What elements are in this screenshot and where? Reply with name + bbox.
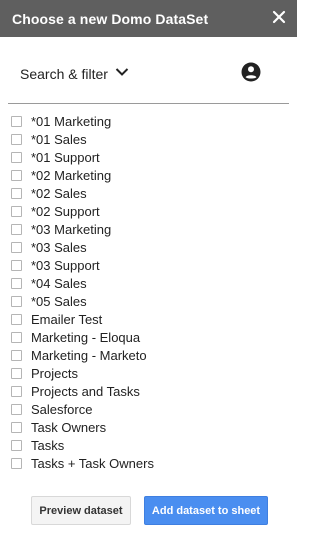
search-filter-label: Search & filter [20, 66, 108, 82]
list-item[interactable]: Tasks [11, 436, 281, 454]
toolbar: Search & filter [20, 58, 277, 94]
dataset-label: Salesforce [31, 401, 93, 417]
checkbox[interactable] [11, 223, 22, 235]
list-item[interactable]: Tasks + Task Owners [11, 454, 281, 472]
chevron-down-icon [115, 64, 129, 76]
list-item[interactable]: Marketing - Eloqua [11, 328, 281, 346]
list-item[interactable]: *03 Sales [11, 238, 281, 256]
checkbox[interactable] [11, 277, 22, 289]
dataset-label: Tasks + Task Owners [31, 455, 154, 471]
dataset-label: *02 Sales [31, 185, 87, 201]
checkbox[interactable] [11, 259, 22, 271]
list-item[interactable]: Task Owners [11, 418, 281, 436]
close-icon[interactable] [271, 9, 287, 25]
list-item[interactable]: *01 Marketing [11, 112, 281, 130]
list-item[interactable]: *02 Marketing [11, 166, 281, 184]
panel-header: Choose a new Domo DataSet [0, 0, 297, 37]
dataset-label: Emailer Test [31, 311, 103, 327]
dataset-label: Task Owners [31, 419, 107, 435]
list-item[interactable]: *02 Support [11, 202, 281, 220]
panel-title: Choose a new Domo DataSet [12, 10, 209, 27]
preview-dataset-button[interactable]: Preview dataset [31, 496, 131, 525]
list-item[interactable]: *05 Sales [11, 292, 281, 310]
list-item[interactable]: Marketing - Marketo [11, 346, 281, 364]
checkbox[interactable] [11, 169, 22, 181]
checkbox[interactable] [11, 187, 22, 199]
checkbox[interactable] [11, 205, 22, 217]
list-item[interactable]: *04 Sales [11, 274, 281, 292]
checkbox[interactable] [11, 457, 22, 469]
divider [8, 103, 289, 104]
checkbox[interactable] [11, 367, 22, 379]
dataset-label: *05 Sales [31, 293, 87, 309]
dataset-label: *03 Sales [31, 239, 87, 255]
dataset-label: Marketing - Eloqua [31, 329, 141, 345]
list-item[interactable]: *03 Support [11, 256, 281, 274]
dataset-list: *01 Marketing *01 Sales *01 Support *02 Mar… [11, 112, 281, 472]
dataset-label: Marketing - Marketo [31, 347, 147, 363]
checkbox[interactable] [11, 241, 22, 253]
dataset-label: *01 Support [31, 149, 100, 165]
list-item[interactable]: Emailer Test [11, 310, 281, 328]
checkbox[interactable] [11, 115, 22, 127]
checkbox[interactable] [11, 421, 22, 433]
list-item[interactable]: *01 Support [11, 148, 281, 166]
checkbox[interactable] [11, 133, 22, 145]
dataset-label: Projects [31, 365, 78, 381]
list-item[interactable]: Salesforce [11, 400, 281, 418]
dataset-label: Projects and Tasks [31, 383, 140, 399]
checkbox[interactable] [11, 349, 22, 361]
dataset-label: *02 Support [31, 203, 100, 219]
dataset-label: *02 Marketing [31, 167, 112, 183]
dataset-label: *01 Sales [31, 131, 87, 147]
checkbox[interactable] [11, 403, 22, 415]
add-dataset-to-sheet-button[interactable]: Add dataset to sheet [144, 496, 268, 525]
dataset-label: *01 Marketing [31, 113, 112, 129]
list-item[interactable]: *02 Sales [11, 184, 281, 202]
dataset-label: *03 Support [31, 257, 100, 273]
footer-actions: Preview dataset Add dataset to sheet [0, 496, 297, 526]
checkbox[interactable] [11, 439, 22, 451]
list-item[interactable]: *03 Marketing [11, 220, 281, 238]
checkbox[interactable] [11, 313, 22, 325]
dataset-label: *04 Sales [31, 275, 87, 291]
list-item[interactable]: Projects [11, 364, 281, 382]
checkbox[interactable] [11, 151, 22, 163]
checkbox[interactable] [11, 331, 22, 343]
account-circle-icon[interactable] [241, 62, 261, 82]
list-item[interactable]: *01 Sales [11, 130, 281, 148]
dataset-picker-panel: Choose a new Domo DataSet Search & filte… [0, 0, 297, 542]
search-filter-toggle[interactable]: Search & filter [20, 66, 129, 82]
list-item[interactable]: Projects and Tasks [11, 382, 281, 400]
dataset-label: Tasks [31, 437, 65, 453]
dataset-label: *03 Marketing [31, 221, 112, 237]
checkbox[interactable] [11, 295, 22, 307]
checkbox[interactable] [11, 385, 22, 397]
